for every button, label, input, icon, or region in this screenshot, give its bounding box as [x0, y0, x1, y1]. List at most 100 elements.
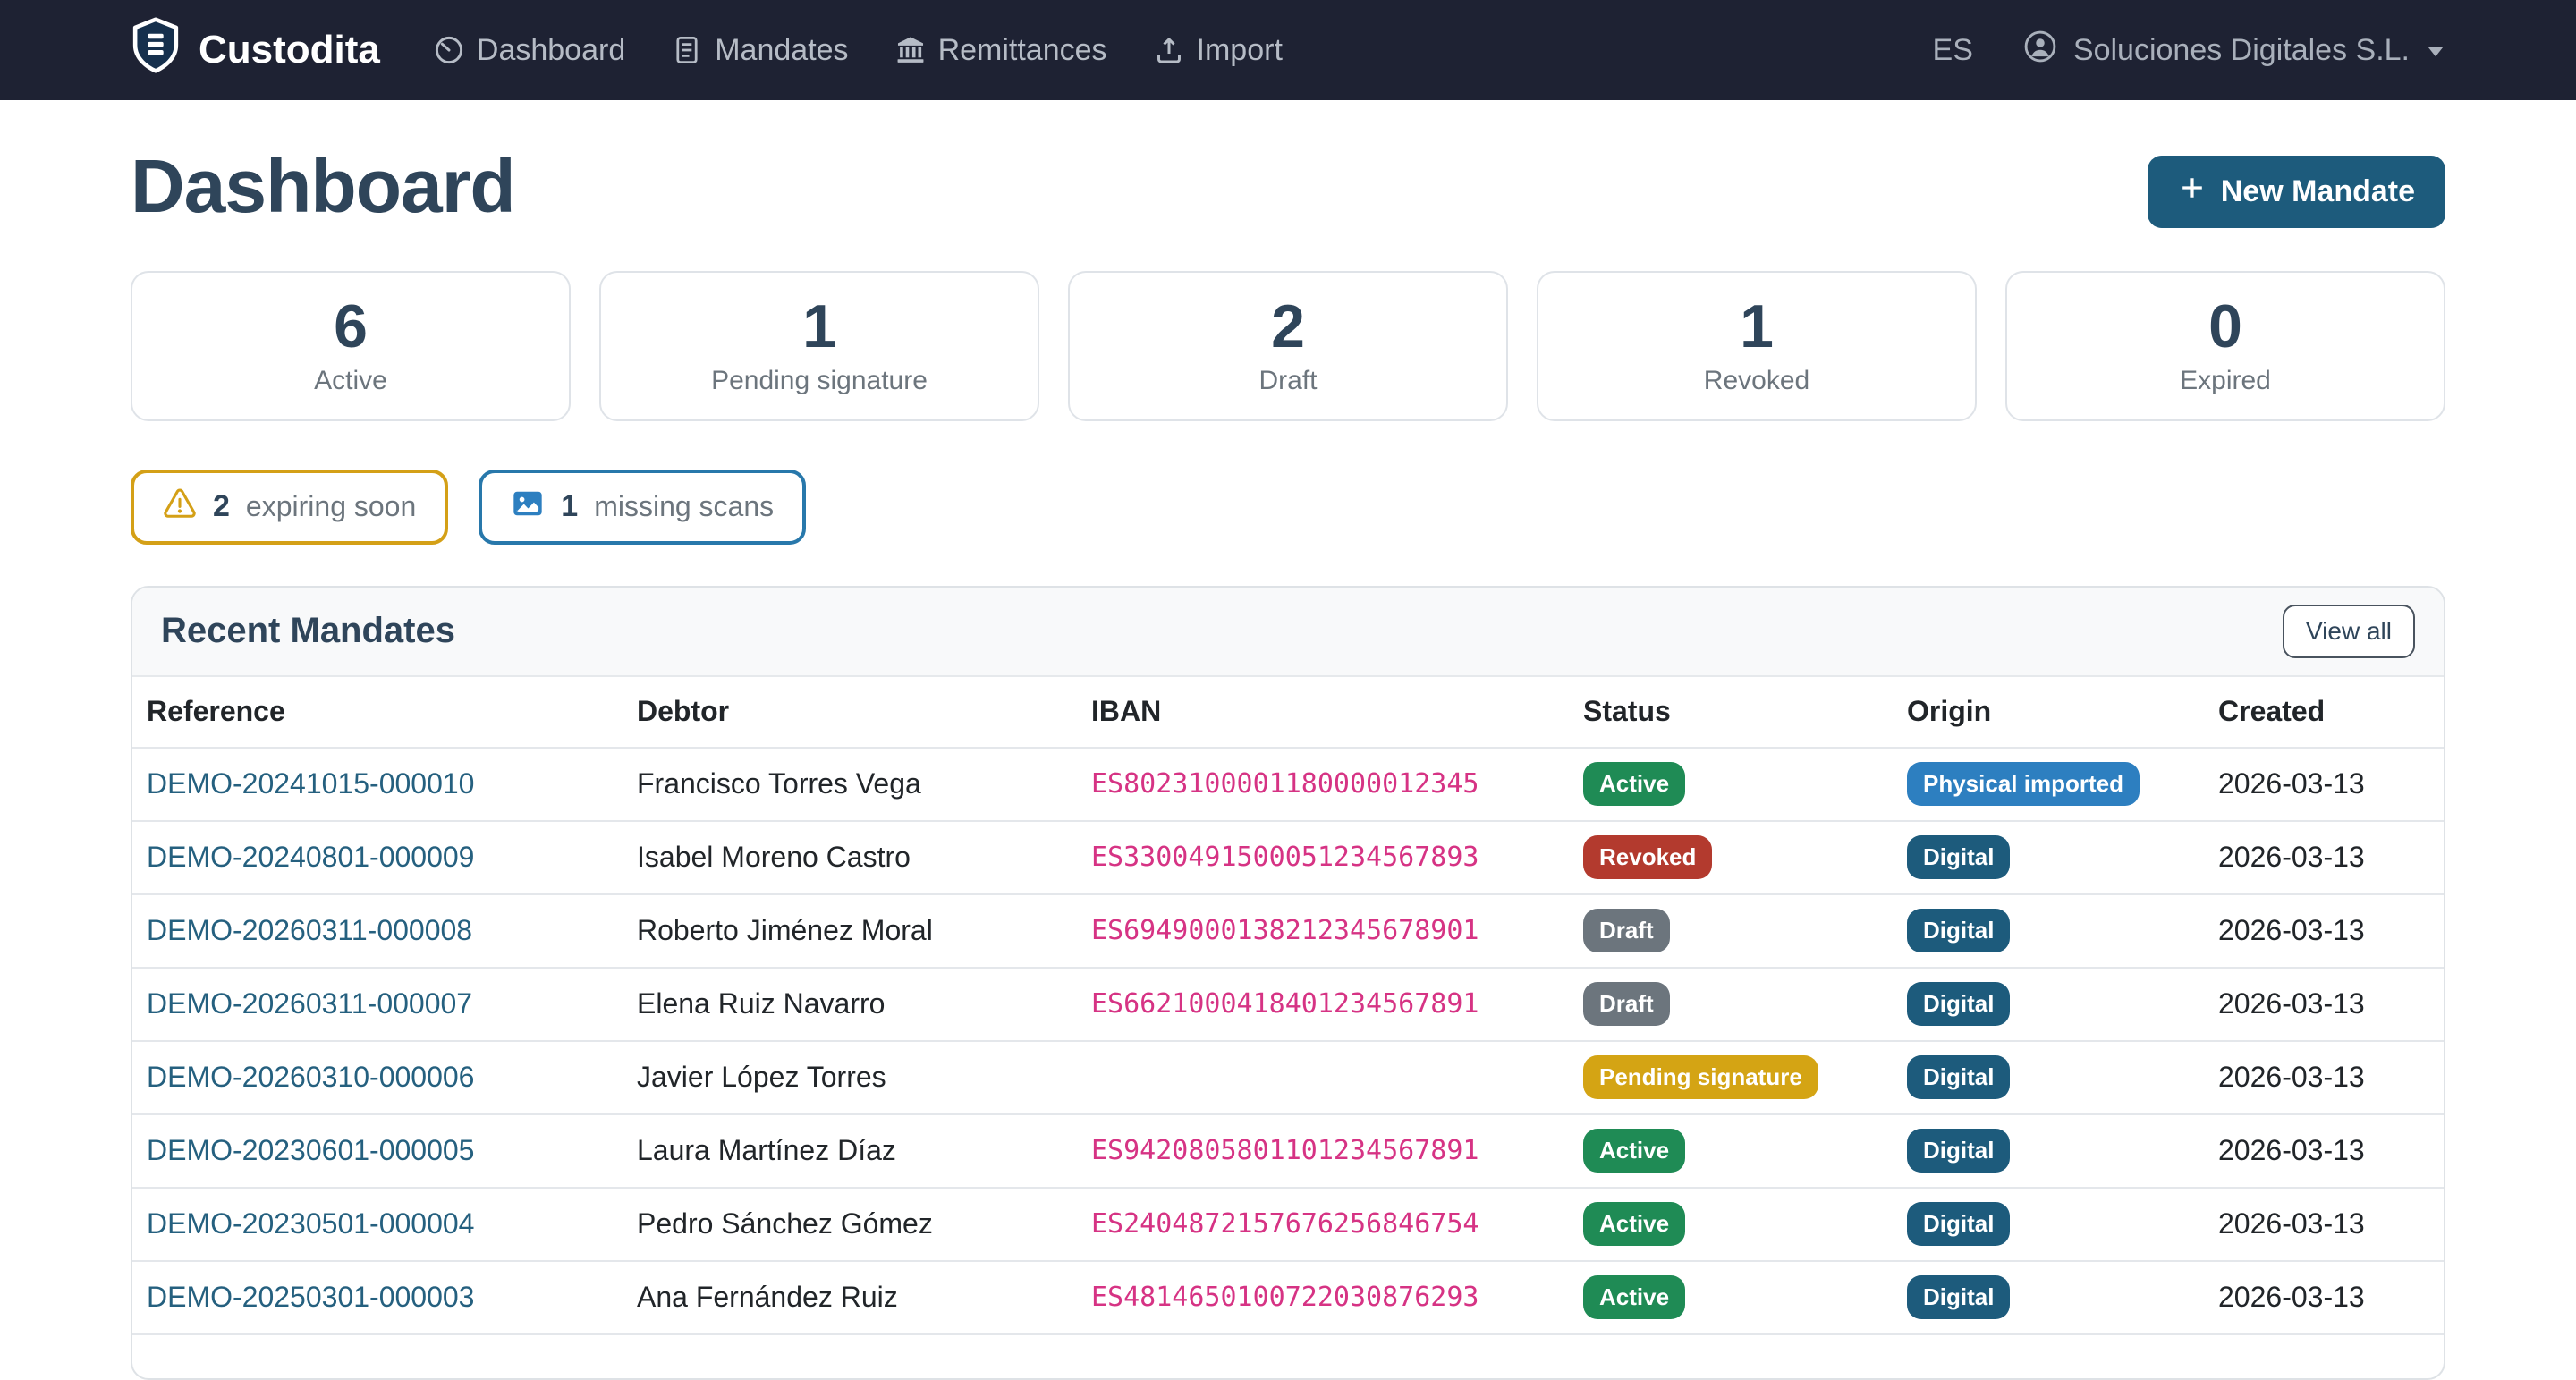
chevron-down-icon	[2426, 33, 2445, 68]
top-navbar: Custodita Dashboard	[0, 0, 2576, 100]
stat-card-expired: 0 Expired	[2005, 271, 2445, 421]
column-header-iban: IBAN	[1091, 695, 1583, 728]
stat-value: 1	[1740, 296, 1774, 357]
speedometer-icon	[434, 35, 464, 65]
iban-value: ES6621000418401234567891	[1091, 988, 1583, 1020]
warning-triangle-icon	[163, 487, 197, 528]
created-date: 2026-03-13	[2218, 1281, 2444, 1314]
language-switcher[interactable]: ES	[1933, 33, 1973, 68]
upload-icon	[1154, 35, 1184, 65]
mandate-reference-link[interactable]: DEMO-20250301-000003	[147, 1281, 474, 1313]
column-header-created: Created	[2218, 695, 2444, 728]
stat-value: 1	[802, 296, 836, 357]
debtor-name: Isabel Moreno Castro	[637, 841, 1091, 874]
status-badge: Draft	[1583, 909, 1670, 952]
table-overflow-area	[132, 1335, 2444, 1378]
table-row: DEMO-20260310-000006 Javier López Torres P…	[132, 1042, 2444, 1115]
person-circle-icon	[2023, 30, 2057, 72]
debtor-name: Pedro Sánchez Gómez	[637, 1207, 1091, 1240]
expiring-soon-count: 2	[213, 489, 230, 524]
stat-value: 2	[1271, 296, 1305, 357]
column-header-origin: Origin	[1907, 695, 2218, 728]
table-row: DEMO-20250301-000003Ana Fernández RuizES…	[132, 1262, 2444, 1335]
origin-badge: Digital	[1907, 909, 2010, 952]
brand-name: Custodita	[199, 28, 380, 72]
mandate-reference-link[interactable]: DEMO-20230501-000004	[147, 1207, 474, 1240]
document-icon	[672, 35, 702, 65]
stat-label: Draft	[1258, 366, 1317, 396]
iban-value: ES6949000138212345678901	[1091, 915, 1583, 946]
stat-label: Active	[314, 366, 387, 396]
debtor-name: Laura Martínez Díaz	[637, 1134, 1091, 1167]
table-row: DEMO-20230501-000004 Pedro Sánchez GómezE…	[132, 1189, 2444, 1262]
nav-item-remittances[interactable]: Remittances	[895, 33, 1107, 68]
mandate-reference-link[interactable]: DEMO-20260310-000006	[147, 1061, 474, 1093]
stat-card-revoked: 1 Revoked	[1537, 271, 1977, 421]
brand-home-link[interactable]: Custodita	[131, 17, 380, 84]
origin-badge: Digital	[1907, 1275, 2010, 1319]
created-date: 2026-03-13	[2218, 1207, 2444, 1240]
missing-scans-alert[interactable]: 1 missing scans	[479, 470, 806, 545]
alerts-row: 2 expiring soon 1 missing scans	[131, 470, 2445, 545]
stat-card-draft: 2 Draft	[1068, 271, 1508, 421]
account-menu[interactable]: Soluciones Digitales S.L.	[2023, 30, 2445, 72]
iban-value: ES9420805801101234567891	[1091, 1135, 1583, 1166]
created-date: 2026-03-13	[2218, 1134, 2444, 1167]
table-row: DEMO-20240801-000009 Isabel Moreno Castro…	[132, 822, 2444, 895]
mandate-reference-link[interactable]: DEMO-20260311-000007	[147, 987, 472, 1020]
mandate-reference-link[interactable]: DEMO-20241015-000010	[147, 767, 474, 800]
stats-row: 6 Active 1 Pending signature 2 Draft 1 R…	[131, 271, 2445, 421]
stat-label: Expired	[2180, 366, 2271, 396]
status-badge: Active	[1583, 1202, 1685, 1246]
stat-value: 6	[334, 296, 368, 357]
nav-item-import[interactable]: Import	[1154, 33, 1283, 68]
table-row: DEMO-20230601-000005 Laura Martínez DíazE…	[132, 1115, 2444, 1189]
iban-value: ES2404872157676256846754	[1091, 1208, 1583, 1240]
shield-logo-icon	[131, 17, 181, 84]
status-badge: Active	[1583, 1275, 1685, 1319]
status-badge: Revoked	[1583, 835, 1712, 879]
origin-badge: Digital	[1907, 1202, 2010, 1246]
status-badge: Active	[1583, 762, 1685, 806]
image-icon	[511, 487, 545, 528]
nav-item-mandates[interactable]: Mandates	[672, 33, 848, 68]
created-date: 2026-03-13	[2218, 1061, 2444, 1094]
expiring-soon-label: expiring soon	[246, 490, 416, 523]
mandate-reference-link[interactable]: DEMO-20260311-000008	[147, 914, 472, 946]
iban-value: ES4814650100722030876293	[1091, 1282, 1583, 1313]
origin-badge: Digital	[1907, 982, 2010, 1026]
origin-badge: Physical imported	[1907, 762, 2140, 806]
stat-card-active: 6 Active	[131, 271, 571, 421]
created-date: 2026-03-13	[2218, 767, 2444, 800]
expiring-soon-alert[interactable]: 2 expiring soon	[131, 470, 448, 545]
origin-badge: Digital	[1907, 1055, 2010, 1099]
mandate-reference-link[interactable]: DEMO-20230601-000005	[147, 1134, 474, 1166]
stat-card-pending-signature: 1 Pending signature	[599, 271, 1039, 421]
account-name: Soluciones Digitales S.L.	[2073, 33, 2410, 68]
column-header-debtor: Debtor	[637, 695, 1091, 728]
view-all-button[interactable]: View all	[2283, 605, 2415, 658]
status-badge: Draft	[1583, 982, 1670, 1026]
new-mandate-button[interactable]: New Mandate	[2148, 156, 2445, 228]
mandate-reference-link[interactable]: DEMO-20240801-000009	[147, 841, 474, 873]
table-header-row: Reference Debtor IBAN Status Origin Crea…	[132, 677, 2444, 749]
column-header-reference: Reference	[147, 695, 637, 728]
mandates-table: Reference Debtor IBAN Status Origin Crea…	[132, 677, 2444, 1378]
stat-value: 0	[2208, 296, 2242, 357]
status-badge: Pending signature	[1583, 1055, 1818, 1099]
bank-icon	[895, 35, 926, 65]
origin-badge: Digital	[1907, 835, 2010, 879]
table-row: DEMO-20241015-000010 Francisco Torres Veg…	[132, 749, 2444, 822]
debtor-name: Javier López Torres	[637, 1061, 1091, 1094]
created-date: 2026-03-13	[2218, 914, 2444, 947]
recent-mandates-card: Recent Mandates View all Reference Debto…	[131, 586, 2445, 1380]
main-nav: Dashboard Mandates	[434, 33, 1283, 68]
debtor-name: Francisco Torres Vega	[637, 767, 1091, 800]
stat-label: Revoked	[1704, 366, 1809, 396]
plus-icon	[2178, 174, 2207, 210]
table-row: DEMO-20260311-000007Elena Ruiz NavarroES…	[132, 969, 2444, 1042]
created-date: 2026-03-13	[2218, 987, 2444, 1020]
nav-item-dashboard[interactable]: Dashboard	[434, 33, 625, 68]
iban-value: ES3300491500051234567893	[1091, 842, 1583, 873]
recent-mandates-title: Recent Mandates	[161, 611, 455, 651]
